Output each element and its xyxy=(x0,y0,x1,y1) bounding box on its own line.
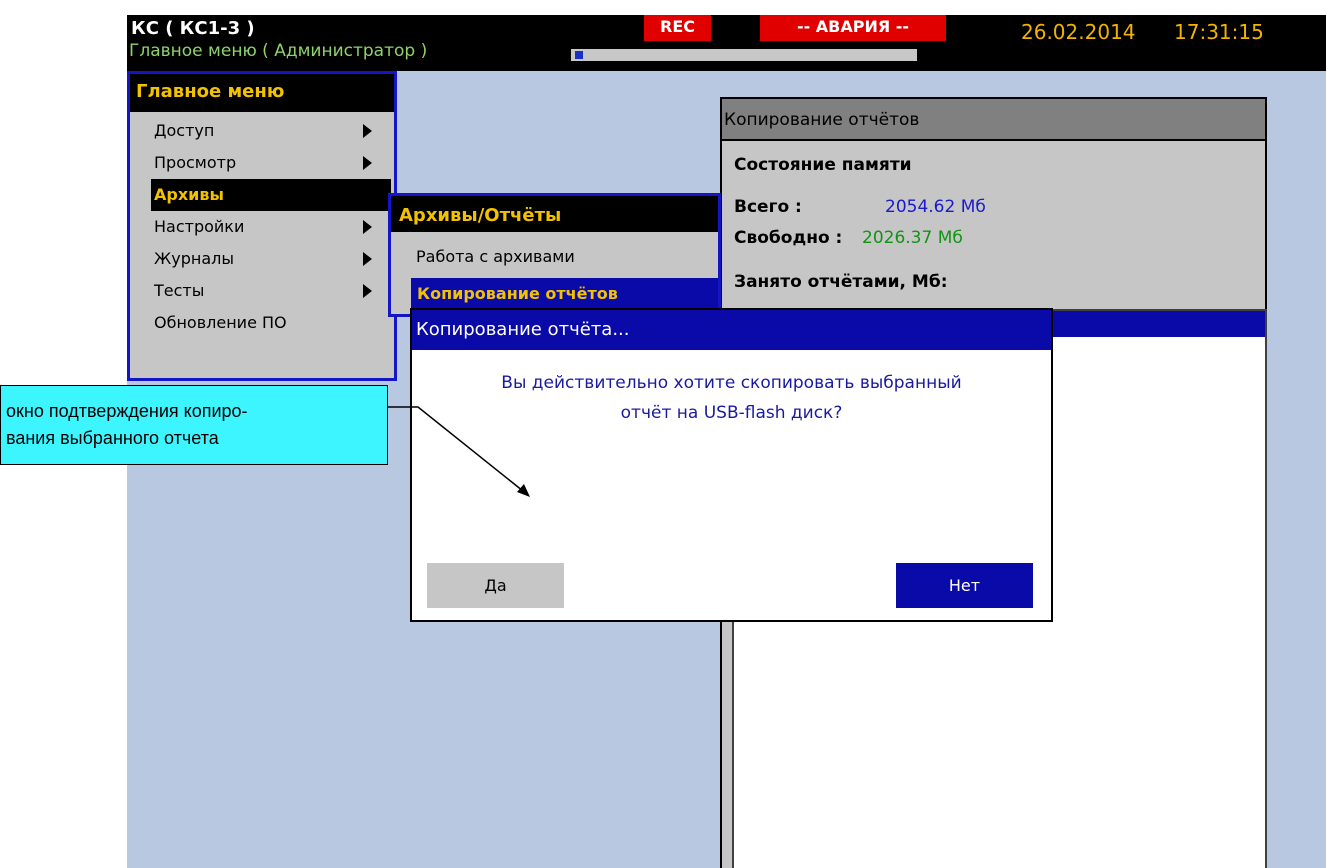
callout-arrow xyxy=(388,406,530,497)
